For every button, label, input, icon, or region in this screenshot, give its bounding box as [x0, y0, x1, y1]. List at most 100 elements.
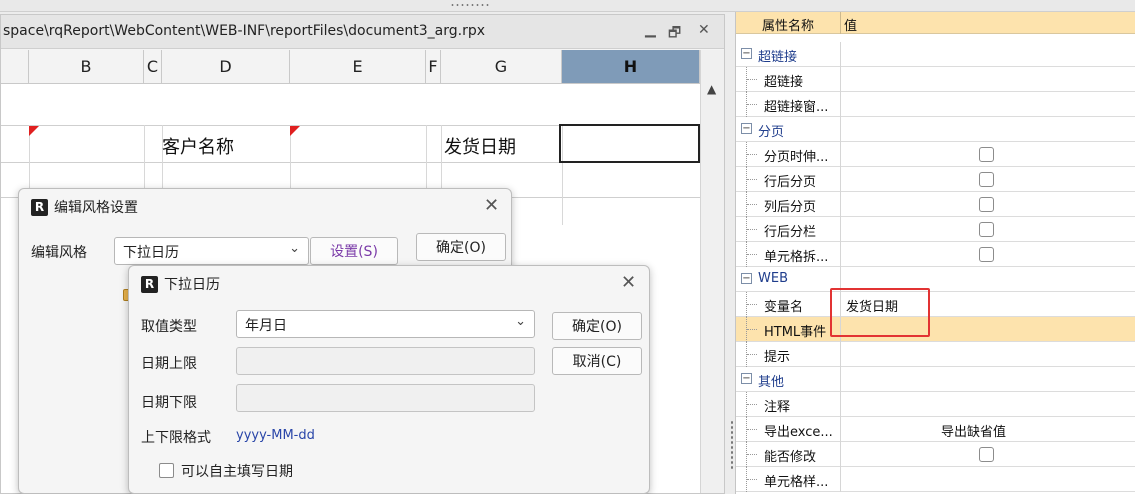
property-group-row[interactable]: − 其他: [736, 367, 1135, 392]
free-input-checkbox[interactable]: [159, 463, 174, 478]
property-name: 列后分页: [764, 200, 817, 215]
settings-button[interactable]: 设置(S): [310, 237, 398, 265]
edit-style-label: 编辑风格: [31, 245, 87, 261]
property-name: WEB: [758, 271, 788, 286]
tree-connector: [746, 442, 758, 467]
column-divider: [840, 417, 841, 442]
property-checkbox[interactable]: [979, 247, 994, 262]
range-format-value: yyyy-MM-dd: [236, 428, 315, 443]
calendar-cancel-button[interactable]: 取消(C): [552, 347, 642, 375]
property-name: HTML事件: [764, 321, 827, 340]
property-name: 超链接: [758, 50, 798, 65]
dropdown-calendar-dialog: R 下拉日历 ✕ 取值类型 年月日 ⌄ 确定(O) 日期上限 取消(C) 日期下…: [128, 265, 650, 494]
date-upper-input[interactable]: [236, 347, 535, 375]
property-row[interactable]: 能否修改: [736, 442, 1135, 467]
column-divider: [840, 67, 841, 92]
chevron-down-icon: ⌄: [289, 241, 300, 256]
property-name: 单元格拆...: [764, 250, 829, 265]
value-type-select[interactable]: 年月日 ⌄: [236, 310, 535, 338]
property-name: 超链接窗...: [764, 100, 829, 115]
app-logo-icon: R: [31, 198, 48, 216]
property-checkbox[interactable]: [979, 447, 994, 462]
property-name: 分页时伸...: [764, 150, 829, 165]
property-header: 属性名称 值: [736, 12, 1135, 34]
column-divider: [840, 242, 841, 267]
tree-connector: [746, 392, 758, 417]
collapse-toggle-icon[interactable]: −: [741, 273, 752, 284]
panel-splitter-icon[interactable]: [730, 420, 734, 470]
column-header-g[interactable]: G: [441, 50, 562, 84]
property-group-row[interactable]: − 分页: [736, 117, 1135, 142]
property-name: 其他: [758, 375, 785, 390]
collapse-toggle-icon[interactable]: −: [741, 123, 752, 134]
splitter-grip-icon[interactable]: [450, 3, 490, 7]
column-divider: [840, 342, 841, 367]
property-checkbox[interactable]: [979, 222, 994, 237]
style-ok-button[interactable]: 确定(O): [416, 233, 506, 261]
property-row[interactable]: 分页时伸...: [736, 142, 1135, 167]
property-row[interactable]: 导出exce... 导出缺省值: [736, 417, 1135, 442]
column-header-h[interactable]: H: [562, 50, 700, 84]
column-header-d[interactable]: D: [162, 50, 290, 84]
property-row[interactable]: 单元格样...: [736, 467, 1135, 492]
date-lower-input[interactable]: [236, 384, 535, 412]
style-dialog-title-text: 编辑风格设置: [54, 200, 138, 216]
property-row[interactable]: 超链接: [736, 67, 1135, 92]
property-checkbox[interactable]: [979, 172, 994, 187]
property-row[interactable]: 变量名 发货日期: [736, 292, 1135, 317]
editor-vertical-scrollbar[interactable]: ▲: [700, 50, 724, 493]
top-splitter[interactable]: [0, 0, 1135, 12]
property-row[interactable]: 列后分页: [736, 192, 1135, 217]
cell-d-customer-name[interactable]: 客户名称: [162, 133, 234, 159]
property-name: 行后分栏: [764, 225, 817, 240]
property-row[interactable]: 行后分栏: [736, 217, 1135, 242]
calendar-dialog-title-text: 下拉日历: [164, 277, 220, 293]
property-name: 超链接: [764, 75, 804, 90]
column-header-blank: [1, 50, 29, 84]
calendar-dialog-title: R 下拉日历: [141, 274, 220, 294]
column-header-f[interactable]: F: [426, 50, 441, 84]
property-value[interactable]: 导出缺省值: [941, 421, 1006, 440]
property-row[interactable]: 提示: [736, 342, 1135, 367]
property-row[interactable]: 超链接窗...: [736, 92, 1135, 117]
column-header-b[interactable]: B: [29, 50, 144, 84]
selected-cell-h[interactable]: [559, 124, 700, 163]
property-checkbox[interactable]: [979, 147, 994, 162]
calendar-ok-button[interactable]: 确定(O): [552, 312, 642, 340]
column-header-c[interactable]: C: [144, 50, 162, 84]
close-icon[interactable]: ✕: [698, 22, 710, 38]
property-panel: 属性名称 值 − 超链接 超链接 超链接窗... − 分页 分页时伸... 行后分页 列后分页行…: [735, 12, 1135, 494]
property-name: 分页: [758, 125, 785, 140]
column-divider: [840, 467, 841, 492]
property-group-row[interactable]: − WEB: [736, 267, 1135, 292]
property-name: 单元格样...: [764, 475, 829, 490]
file-path: space\rqReport\WebContent\WEB-INF\report…: [3, 23, 486, 39]
property-value-header: 值: [844, 19, 858, 34]
property-checkbox[interactable]: [979, 197, 994, 212]
minimize-icon[interactable]: ▁: [645, 22, 656, 38]
tree-connector: [746, 342, 758, 367]
date-lower-label: 日期下限: [141, 395, 197, 411]
collapse-toggle-icon[interactable]: −: [741, 373, 752, 384]
app-logo-icon: R: [141, 275, 158, 293]
cell-g-ship-date[interactable]: 发货日期: [444, 133, 516, 159]
property-name: 导出exce...: [764, 425, 833, 440]
tree-connector: [746, 192, 758, 217]
column-header-e[interactable]: E: [290, 50, 426, 84]
calendar-dialog-close-icon[interactable]: ✕: [621, 272, 636, 293]
scroll-up-icon[interactable]: ▲: [707, 82, 716, 96]
property-row[interactable]: 注释: [736, 392, 1135, 417]
tree-connector: [746, 217, 758, 242]
column-divider: [840, 167, 841, 192]
property-row[interactable]: HTML事件: [736, 317, 1135, 342]
column-divider: [840, 392, 841, 417]
property-row[interactable]: 行后分页: [736, 167, 1135, 192]
edit-style-select[interactable]: 下拉日历 ⌄: [114, 237, 309, 265]
property-row[interactable]: 单元格拆...: [736, 242, 1135, 267]
cell-flag-icon: [290, 126, 300, 136]
collapse-toggle-icon[interactable]: −: [741, 48, 752, 59]
restore-icon[interactable]: 🗗: [668, 22, 681, 46]
column-divider: [840, 192, 841, 217]
style-dialog-close-icon[interactable]: ✕: [484, 195, 499, 216]
property-group-row[interactable]: − 超链接: [736, 42, 1135, 67]
